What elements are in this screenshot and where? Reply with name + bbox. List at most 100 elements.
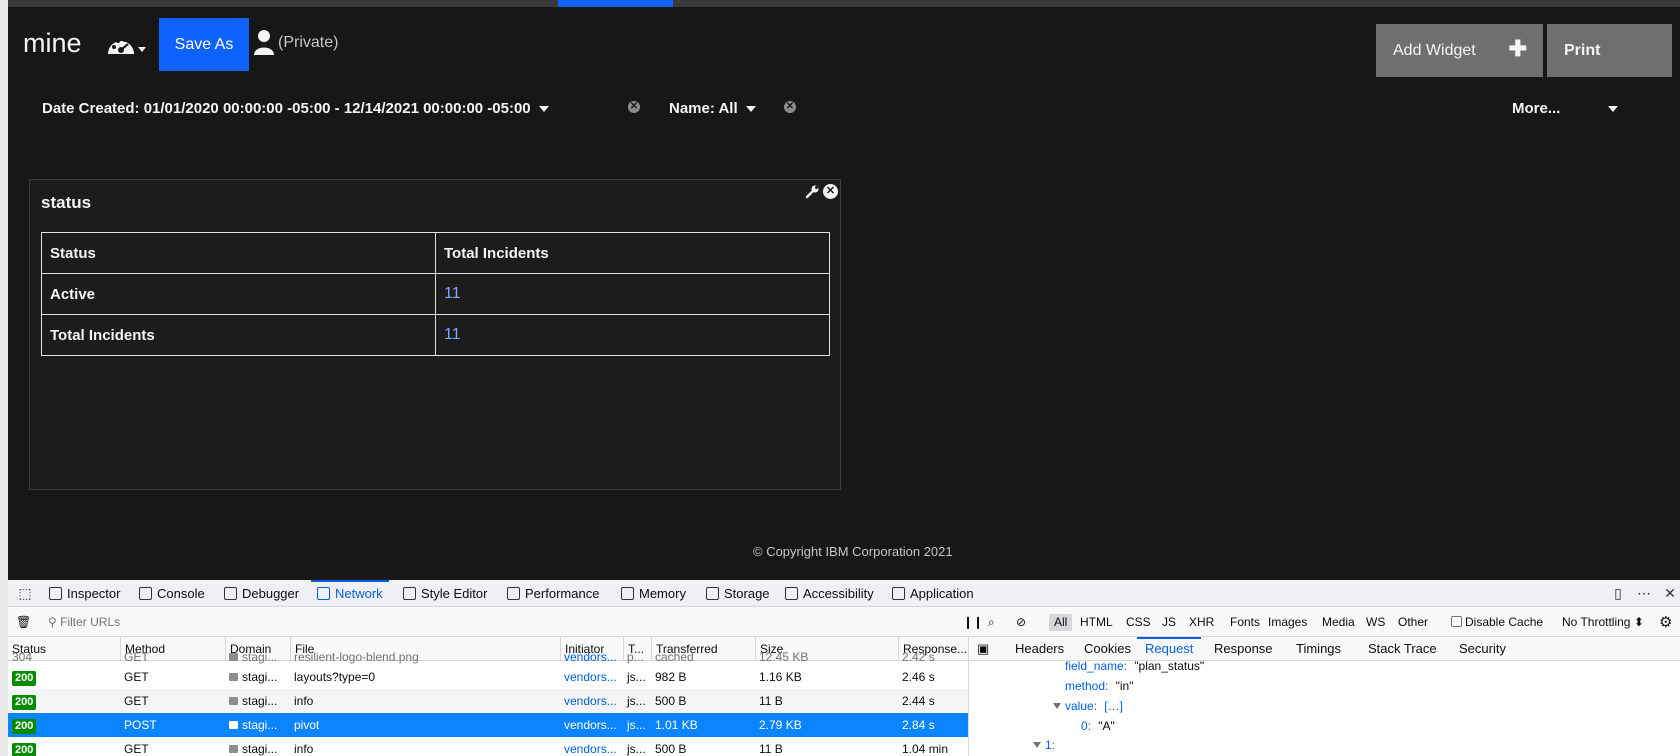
tab-storage[interactable]: Storage xyxy=(706,580,770,607)
status-code: 200 xyxy=(8,665,37,689)
type-filter-images[interactable]: Images xyxy=(1268,608,1307,637)
disable-cache-checkbox[interactable]: Disable Cache xyxy=(1451,608,1543,637)
close-widget-icon[interactable]: ✕ xyxy=(823,184,838,199)
tab-cookies[interactable]: Cookies xyxy=(1084,637,1131,661)
table-row[interactable]: 200 GET stagi... info vendors... js... 5… xyxy=(8,689,968,713)
status-badge: 200 xyxy=(12,671,37,686)
close-devtools-icon[interactable]: ✕ xyxy=(1663,586,1677,600)
size-cell: 1.16 KB xyxy=(759,670,802,684)
dock-icon[interactable]: ▯ xyxy=(1611,586,1625,600)
type-filter-xhr[interactable]: XHR xyxy=(1189,608,1214,637)
tab-accessibility[interactable]: Accessibility xyxy=(785,580,874,607)
trash-icon[interactable]: 🗑 xyxy=(16,608,31,637)
tab-timings[interactable]: Timings xyxy=(1296,637,1341,661)
tab-label: Performance xyxy=(525,586,600,601)
domain-text: stagi... xyxy=(242,742,278,756)
dashboard-title: mine xyxy=(23,28,82,58)
json-value: […] xyxy=(1104,699,1123,713)
json-item-1[interactable]: 1: xyxy=(1033,738,1055,752)
more-filters[interactable]: More... xyxy=(1512,100,1619,117)
status-code: 200 xyxy=(8,737,37,756)
row-value-link[interactable]: 11 xyxy=(435,273,830,315)
privacy-label: (Private) xyxy=(278,34,339,51)
tab-performance[interactable]: Performance xyxy=(507,580,599,607)
pick-element-icon[interactable]: ⬚ xyxy=(18,586,32,600)
more-filters-label: More... xyxy=(1512,100,1561,117)
type-filter-media[interactable]: Media xyxy=(1322,608,1355,637)
type-filter-fonts[interactable]: Fonts xyxy=(1230,608,1260,637)
active-tab-underline xyxy=(311,580,389,582)
wrench-icon[interactable] xyxy=(805,184,820,199)
status-badge: 200 xyxy=(12,719,37,734)
devtools-panel: ⬚ Inspector Console Debugger Network Sty… xyxy=(8,580,1680,756)
table-row[interactable]: 200 GET stagi... info vendors... js... 5… xyxy=(8,737,968,756)
row-label: Total Incidents xyxy=(41,314,436,356)
status-code: 200 xyxy=(8,713,37,737)
initiator-link[interactable]: vendors... xyxy=(564,670,617,684)
search-icon[interactable]: ⌕ xyxy=(988,608,995,637)
tab-request[interactable]: Request xyxy=(1137,637,1202,661)
type-filter-js[interactable]: JS xyxy=(1162,608,1176,637)
size-cell: 2.79 KB xyxy=(759,718,802,732)
clear-name-filter-icon[interactable]: ✕ xyxy=(784,101,796,113)
request-table: Status Method Domain File Initiator T...… xyxy=(8,637,968,756)
add-widget-button[interactable]: Add Widget ✚ xyxy=(1376,24,1543,77)
initiator-cell: vendors... xyxy=(560,737,623,756)
date-created-filter-label: Date Created: 01/01/2020 00:00:00 -05:00… xyxy=(42,100,531,117)
tab-label: Console xyxy=(157,586,205,601)
lock-icon xyxy=(229,745,238,753)
type-filter-other[interactable]: Other xyxy=(1398,608,1428,637)
print-button[interactable]: Print xyxy=(1547,24,1672,77)
application-icon xyxy=(892,587,905,600)
response-cell: 2.44 s xyxy=(902,694,935,708)
settings-gear-icon[interactable]: ⚙ xyxy=(1659,608,1672,637)
tab-memory[interactable]: Memory xyxy=(621,580,686,607)
active-nav-indicator xyxy=(558,0,673,7)
tab-label: Request xyxy=(1145,641,1194,656)
pause-icon[interactable]: ❙❙ xyxy=(963,608,983,637)
initiator-link[interactable]: vendors... xyxy=(564,742,617,756)
tab-stack-trace[interactable]: Stack Trace xyxy=(1368,637,1437,661)
type-filter-css[interactable]: CSS xyxy=(1126,608,1151,637)
more-options-icon[interactable]: ⋯ xyxy=(1637,586,1651,600)
tab-network[interactable]: Network xyxy=(311,580,389,607)
type-filter-ws[interactable]: WS xyxy=(1366,608,1385,637)
tab-headers[interactable]: Headers xyxy=(1015,637,1064,661)
method-cell: GET xyxy=(124,670,149,684)
status-widget: status ✕ Status Total Incidents Active 1… xyxy=(29,179,841,490)
lock-icon xyxy=(229,653,238,661)
dashboard-app: mine Save As (Private) Add Widget ✚ Prin… xyxy=(8,0,1680,580)
type-filter-all[interactable]: All xyxy=(1049,614,1073,631)
tab-response[interactable]: Response xyxy=(1214,637,1273,661)
table-row[interactable]: 200 GET stagi... layouts?type=0 vendors.… xyxy=(8,665,968,689)
initiator-cell: vendors... xyxy=(560,689,623,713)
initiator-link[interactable]: vendors... xyxy=(564,650,617,664)
row-value-link[interactable]: 11 xyxy=(435,314,830,356)
initiator-link[interactable]: vendors... xyxy=(564,694,617,708)
request-details-panel: ▣ Headers Cookies Request Response Timin… xyxy=(968,637,1680,756)
type-cell: js... xyxy=(627,718,646,732)
throttling-select[interactable]: No Throttling ⬍ xyxy=(1562,608,1644,637)
dashboard-selector-icon[interactable] xyxy=(106,30,148,58)
initiator-link[interactable]: vendors... xyxy=(564,718,617,732)
checkbox-box xyxy=(1451,616,1462,627)
method-cell: POST xyxy=(124,718,157,732)
lock-icon xyxy=(229,721,238,729)
tab-debugger[interactable]: Debugger xyxy=(224,580,299,607)
type-filter-html[interactable]: HTML xyxy=(1080,608,1113,637)
name-filter[interactable]: Name: All xyxy=(669,100,756,117)
save-as-button[interactable]: Save As xyxy=(159,18,249,71)
filter-urls-input[interactable]: ⚲ Filter URLs xyxy=(48,608,120,637)
toggle-sidebar-icon[interactable]: ▣ xyxy=(977,637,989,661)
date-created-filter[interactable]: Date Created: 01/01/2020 00:00:00 -05:00… xyxy=(42,100,549,117)
table-row-selected[interactable]: 200 POST stagi... pivot vendors... js...… xyxy=(8,713,968,737)
domain-cell: stagi... xyxy=(225,689,277,713)
block-icon[interactable]: ⊘ xyxy=(1016,608,1026,637)
tab-console[interactable]: Console xyxy=(139,580,205,607)
tab-security[interactable]: Security xyxy=(1459,637,1506,661)
clear-date-filter-icon[interactable]: ✕ xyxy=(628,101,640,113)
tab-style-editor[interactable]: Style Editor xyxy=(403,580,487,607)
json-value-node[interactable]: value: […] xyxy=(1053,699,1123,713)
tab-inspector[interactable]: Inspector xyxy=(49,580,120,607)
tab-application[interactable]: Application xyxy=(892,580,974,607)
